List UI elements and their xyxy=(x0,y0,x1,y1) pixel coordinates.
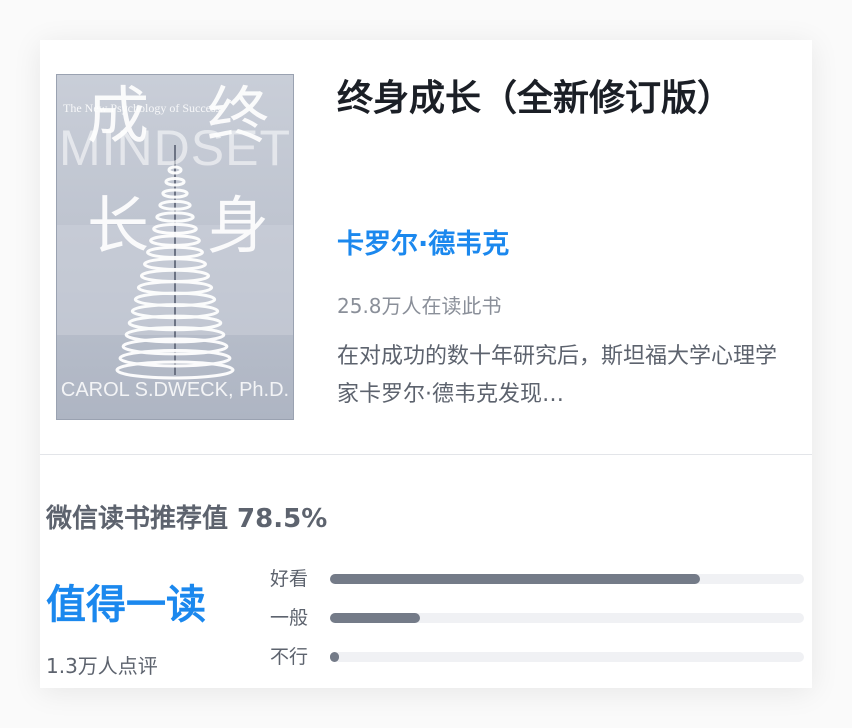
review-count[interactable]: 1.3万人点评 xyxy=(46,650,158,679)
recommendation-verdict: 值得一读 xyxy=(46,582,206,628)
rating-label: 一般 xyxy=(270,607,309,629)
rating-bar-track xyxy=(330,574,804,584)
rating-row-good: 好看 xyxy=(270,564,806,594)
cover-char: 终 xyxy=(207,79,270,152)
recommendation-value: 微信读书推荐值 78.5% xyxy=(46,504,328,534)
rating-label: 不行 xyxy=(270,646,309,668)
rating-bar-fill xyxy=(330,613,421,623)
divider xyxy=(40,454,812,455)
rating-row-average: 一般 xyxy=(270,603,806,633)
readers-count: 25.8万人在读此书 xyxy=(337,294,502,318)
book-cover[interactable]: The New Psychology of Success MINDSET 成 … xyxy=(56,74,294,420)
book-description: 在对成功的数十年研究后，斯坦福大学心理学家卡罗尔·德韦克发现… xyxy=(337,344,777,407)
cover-char: 成 xyxy=(87,79,150,152)
rating-row-bad: 不行 xyxy=(270,642,806,672)
rating-bar-track xyxy=(330,652,804,662)
rating-bar-fill xyxy=(330,574,700,584)
rating-bar-track xyxy=(330,613,804,623)
book-card[interactable]: The New Psychology of Success MINDSET 成 … xyxy=(40,40,812,688)
cover-char: 身 xyxy=(207,189,270,262)
rating-bar-fill xyxy=(330,652,340,662)
book-title[interactable]: 终身成长（全新修订版） xyxy=(337,74,787,124)
rating-label: 好看 xyxy=(270,568,309,590)
cover-char: 长 xyxy=(87,189,150,262)
cover-author: CAROL S.DWECK, Ph.D. xyxy=(60,379,290,401)
author-link[interactable]: 卡罗尔·德韦克 xyxy=(337,222,509,261)
